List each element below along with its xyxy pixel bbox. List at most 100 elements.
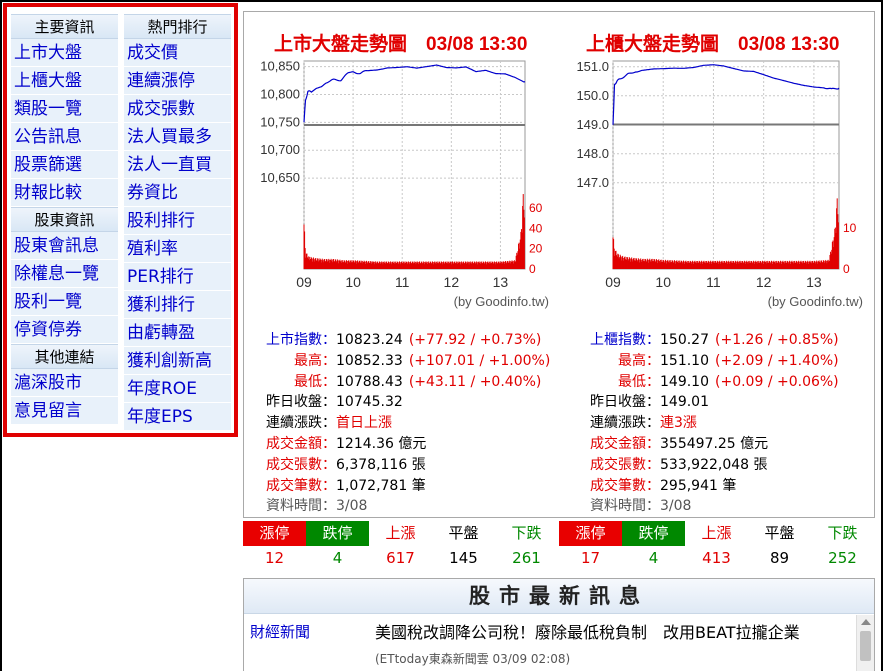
right-menu-link[interactable]: 券資比 bbox=[124, 179, 231, 207]
x-tick-label: 10 bbox=[345, 274, 361, 290]
right-menu-link[interactable]: 連續漲停 bbox=[124, 67, 231, 95]
stat-colon: ： bbox=[322, 394, 336, 411]
twse-count-limit-up: 12 bbox=[264, 549, 285, 567]
otc-count-up: 413 bbox=[702, 549, 731, 567]
stat-label: 成交金額 bbox=[266, 435, 322, 452]
stat-value: 295,941 筆 bbox=[660, 477, 737, 494]
stat-value: 10745.32 bbox=[336, 394, 403, 411]
y-tick-label: 10,850 bbox=[260, 59, 300, 74]
count-header-limit-up: 漲停 bbox=[243, 521, 306, 546]
volume-tick-label: 40 bbox=[529, 221, 543, 235]
stat-colon: ： bbox=[322, 498, 336, 515]
left-menu-link[interactable]: 類股一覽 bbox=[11, 95, 118, 123]
stat-colon: ： bbox=[646, 352, 660, 369]
count-header-down: 下跌 bbox=[511, 524, 542, 542]
stat-colon: ： bbox=[322, 435, 336, 452]
news-panel-title: 股市最新訊息 bbox=[244, 579, 874, 614]
stat-row: 昨日收盤：10745.32 bbox=[238, 392, 550, 413]
right-menu-link[interactable]: 獲利排行 bbox=[124, 291, 231, 319]
stat-colon: ： bbox=[322, 415, 336, 432]
news-scrollbar[interactable] bbox=[856, 615, 874, 671]
stat-row: 成交筆數：1,072,781 筆 bbox=[238, 476, 550, 497]
stat-value: 3/08 bbox=[336, 498, 368, 515]
stat-label: 連續漲跌 bbox=[590, 415, 646, 432]
right-menu-link[interactable]: 成交張數 bbox=[124, 95, 231, 123]
volume-tick-label: 10 bbox=[843, 221, 857, 235]
y-tick-label: 151.0 bbox=[576, 59, 609, 74]
right-menu-link[interactable]: PER排行 bbox=[124, 263, 231, 291]
right-section-header: 熱門排行 bbox=[124, 14, 231, 39]
twse-chart-title: 上市大盤走勢圖 03/08 13:30 bbox=[274, 34, 528, 55]
twse-count-up: 617 bbox=[386, 549, 415, 567]
y-tick-label: 149.0 bbox=[576, 117, 609, 132]
left-menu-link[interactable]: 公告訊息 bbox=[11, 123, 118, 151]
stat-colon: ： bbox=[322, 477, 336, 494]
right-menu-link[interactable]: 法人一直買 bbox=[124, 151, 231, 179]
news-headline[interactable]: 美國稅改調降公司稅！廢除最低稅負制 改用BEAT拉攏企業 bbox=[375, 623, 800, 642]
otc-count-limit-down: 4 bbox=[648, 549, 659, 567]
x-tick-label: 12 bbox=[444, 274, 460, 290]
left-menu-link[interactable]: 上櫃大盤 bbox=[11, 67, 118, 95]
right-menu-link[interactable]: 股利排行 bbox=[124, 207, 231, 235]
stat-change: (+77.92 / +0.73%) bbox=[408, 332, 542, 348]
stat-label: 成交筆數 bbox=[590, 477, 646, 494]
stat-label: 昨日收盤 bbox=[266, 394, 322, 411]
left-menu-link[interactable]: 股票篩選 bbox=[11, 151, 118, 179]
y-tick-label: 147.0 bbox=[576, 175, 609, 190]
stat-label: 成交筆數 bbox=[266, 477, 322, 494]
right-menu-link[interactable]: 殖利率 bbox=[124, 235, 231, 263]
stat-colon: ： bbox=[646, 456, 660, 473]
stat-colon: ： bbox=[646, 332, 660, 348]
right-menu-link[interactable]: 獲利創新高 bbox=[124, 347, 231, 375]
stat-row: 成交筆數：295,941 筆 bbox=[562, 476, 839, 497]
left-menu-link[interactable]: 股東會訊息 bbox=[11, 232, 118, 260]
left-menu-link[interactable]: 財報比較 bbox=[11, 179, 118, 207]
menu-column-ranking: 熱門排行 成交價 連續漲停 成交張數 法人買最多 法人一直買 券資比 股利排行 殖利率 PER排行… bbox=[124, 14, 231, 431]
stat-value: 10788.43 bbox=[336, 373, 403, 390]
stat-label: 最低 bbox=[294, 373, 322, 390]
advance-decline-table: 漲停 12 跌停 4 上漲 617 平盤 145 下跌 261 漲停 17 跌停 4 上漲 413 平盤 89 下跌… bbox=[243, 521, 875, 571]
volume-tick-label: 60 bbox=[529, 201, 543, 215]
otc-chart-title: 上櫃大盤走勢圖 03/08 13:30 bbox=[586, 34, 840, 55]
menu-column-main: 主要資訊 上市大盤 上櫃大盤 類股一覽 公告訊息 股票篩選 財報比較 股東資訊 股東會訊息 除權息… bbox=[11, 14, 118, 425]
right-menu-link[interactable]: 法人買最多 bbox=[124, 123, 231, 151]
stat-value: 首日上漲 bbox=[336, 415, 392, 432]
otc-trend-chart: 151.0 150.0 149.0 148.0 147.0 09 10 11 12 13 10 0 (b… bbox=[576, 59, 863, 309]
left-menu-link[interactable]: 滬深股市 bbox=[11, 369, 118, 397]
stat-colon: ： bbox=[322, 352, 336, 369]
scroll-up-arrow-icon[interactable] bbox=[861, 619, 871, 625]
right-menu-link[interactable]: 成交價 bbox=[124, 39, 231, 67]
stat-value: 149.01 bbox=[660, 394, 709, 411]
stat-value: 151.10 bbox=[660, 352, 709, 369]
stat-value: 1214.36 億元 bbox=[336, 435, 427, 452]
right-menu-link[interactable]: 年度EPS bbox=[124, 403, 231, 431]
stat-row: 上櫃指數：150.27 (+1.26 / +0.85%) bbox=[562, 330, 839, 351]
stat-value: 150.27 bbox=[660, 332, 709, 348]
left-menu-link[interactable]: 停資停券 bbox=[11, 316, 118, 344]
stat-change: (+43.11 / +0.40%) bbox=[408, 373, 542, 390]
volume-tick-label: 20 bbox=[529, 242, 543, 256]
count-header-limit-down: 跌停 bbox=[622, 521, 685, 546]
x-tick-label: 13 bbox=[806, 274, 822, 290]
scroll-thumb[interactable] bbox=[860, 631, 871, 661]
market-overview: 上市大盤走勢圖 03/08 13:30 上櫃大盤走勢圖 03/08 13:30 … bbox=[243, 11, 875, 518]
left-menu-link[interactable]: 股利一覽 bbox=[11, 288, 118, 316]
stat-colon: ： bbox=[646, 394, 660, 411]
right-menu-link[interactable]: 年度ROE bbox=[124, 375, 231, 403]
count-header-flat: 平盤 bbox=[764, 524, 795, 542]
y-tick-label: 150.0 bbox=[576, 88, 609, 103]
left-menu-link[interactable]: 上市大盤 bbox=[11, 39, 118, 67]
left-menu-link[interactable]: 除權息一覽 bbox=[11, 260, 118, 288]
left-menu-link[interactable]: 意見留言 bbox=[11, 397, 118, 425]
y-tick-label: 10,800 bbox=[260, 86, 300, 101]
news-item[interactable]: 美國稅改調降公司稅！廢除最低稅負制 改用BEAT拉攏企業 (ETtoday東森新… bbox=[375, 621, 847, 671]
x-tick-label: 11 bbox=[395, 274, 410, 290]
news-category-link[interactable]: 財經新聞 bbox=[250, 621, 310, 642]
y-tick-label: 10,750 bbox=[260, 114, 300, 129]
x-tick-label: 13 bbox=[493, 274, 509, 290]
right-menu-link[interactable]: 由虧轉盈 bbox=[124, 319, 231, 347]
stat-value: 6,378,116 張 bbox=[336, 456, 426, 473]
stat-row: 資料時間：3/08 bbox=[562, 496, 839, 517]
stat-value: 355497.25 億元 bbox=[660, 435, 769, 452]
news-source: (ETtoday東森新聞雲 03/09 02:08) bbox=[375, 652, 571, 666]
